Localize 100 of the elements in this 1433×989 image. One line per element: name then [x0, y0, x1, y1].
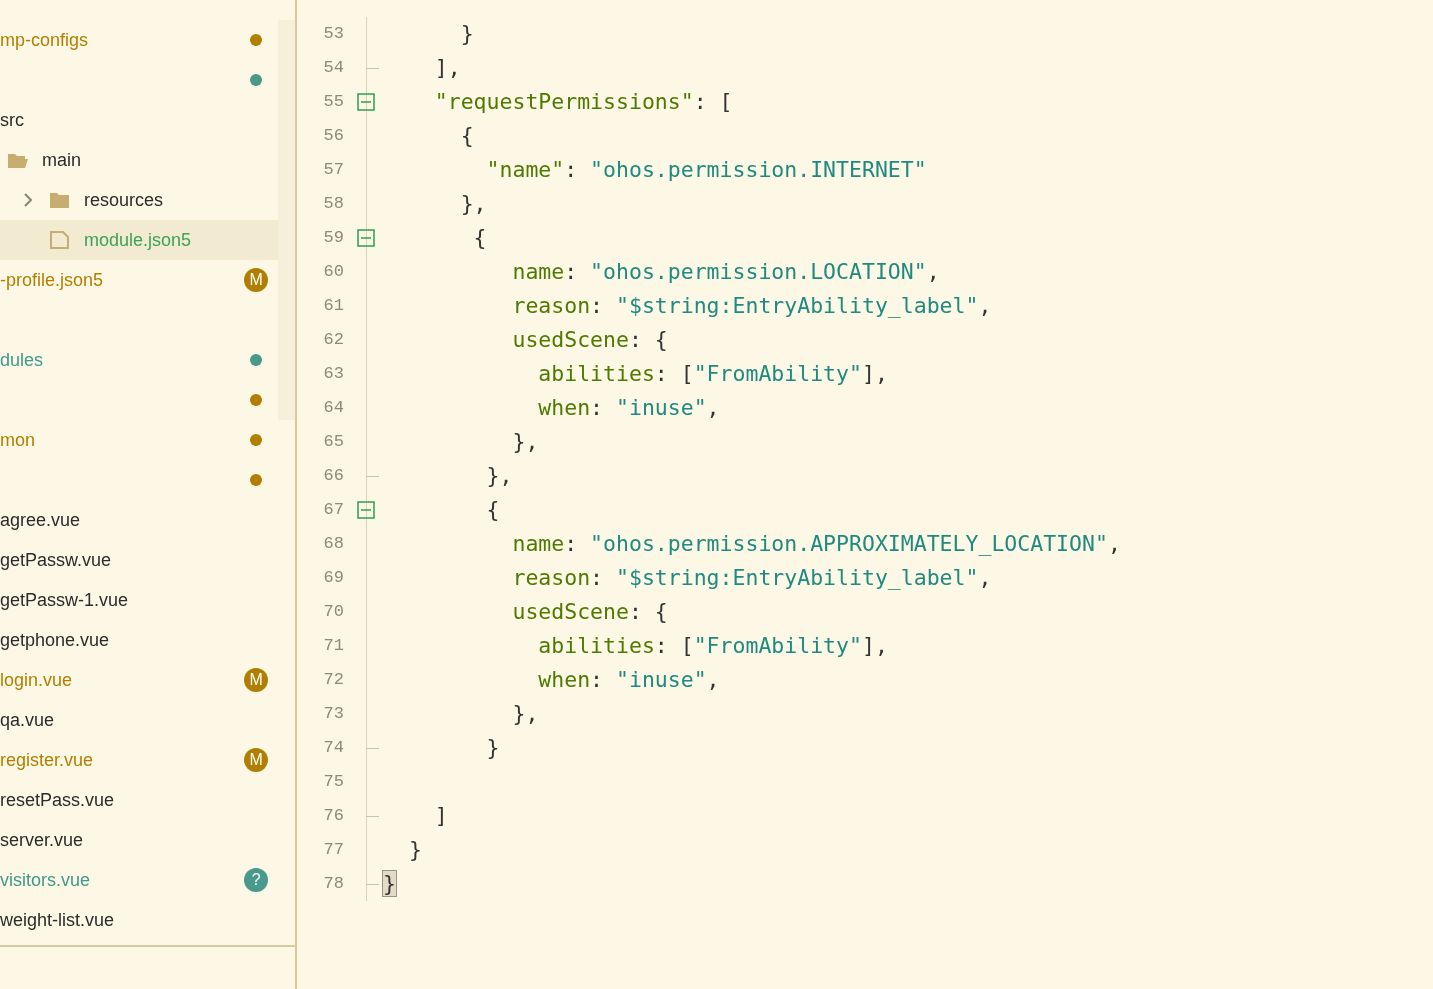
code-token: :	[590, 292, 605, 318]
code-token: : {	[628, 598, 668, 624]
code-token: },	[511, 700, 539, 726]
line-number: 77	[322, 839, 344, 862]
file-name: main	[42, 148, 81, 172]
code-token: ,	[706, 666, 720, 692]
code-token: ,	[978, 564, 992, 590]
code-token: ]	[433, 802, 448, 828]
file-name: mp-configs	[0, 28, 89, 52]
code-token: :	[564, 156, 579, 182]
status-badge: M	[244, 668, 269, 692]
file-name: weight-list.vue	[0, 908, 115, 932]
file-name: resetPass.vue	[0, 788, 115, 812]
code-token: },	[511, 428, 539, 454]
code-token: }	[485, 734, 500, 760]
code-token: :	[564, 258, 579, 284]
line-number: 56	[322, 125, 344, 148]
code-token: }	[407, 836, 422, 862]
file-name: qa.vue	[0, 708, 55, 732]
file-name: -profile.json5	[0, 268, 104, 292]
file-name: getPassw.vue	[0, 548, 112, 572]
line-number: 62	[322, 329, 344, 352]
line-number: 73	[322, 703, 344, 726]
file-tree-row[interactable]: resetPass.vue	[0, 780, 279, 820]
code-token: "FromAbility"	[693, 632, 862, 658]
line-number: 68	[322, 533, 344, 556]
file-tree-row[interactable]: src	[0, 100, 279, 140]
file-tree-row[interactable]: login.vue M	[0, 660, 279, 700]
file-name: module.json5	[84, 228, 192, 252]
file-tree-row[interactable]: agree.vue	[0, 500, 279, 540]
line-number: 75	[322, 771, 344, 794]
code-token: :	[564, 530, 579, 556]
file-tree-row[interactable]: main	[0, 140, 279, 180]
code-token: "FromAbility"	[693, 360, 862, 386]
code-token: "inuse"	[616, 394, 707, 420]
file-tree-row[interactable]: getPassw-1.vue	[0, 580, 279, 620]
code-token: "ohos.permission.LOCATION"	[590, 258, 927, 284]
file-tree-row[interactable]: qa.vue	[0, 700, 279, 740]
file-name: mon	[0, 428, 35, 452]
status-badge: M	[244, 268, 269, 292]
line-number: 71	[322, 635, 344, 658]
line-number: 57	[322, 159, 344, 182]
file-tree-row[interactable]: getphone.vue	[0, 620, 279, 660]
line-number: 76	[322, 805, 344, 828]
code-token: ,	[978, 292, 992, 318]
open-folder-icon	[8, 151, 28, 169]
file-name: getPassw-1.vue	[0, 588, 129, 612]
scrollbar[interactable]	[278, 20, 295, 420]
code-token: },	[459, 190, 487, 216]
file-name: login.vue	[0, 668, 73, 692]
code-token: : [	[654, 360, 694, 386]
file-tree-row[interactable]: server.vue	[0, 820, 279, 860]
code-token: reason	[511, 564, 591, 590]
code-token: when	[537, 666, 591, 692]
line-number: 58	[322, 193, 344, 216]
folder-icon	[50, 192, 69, 208]
file-name: agree.vue	[0, 508, 81, 532]
code-token: abilities	[537, 360, 655, 386]
file-name: register.vue	[0, 748, 94, 772]
code-token: name	[511, 258, 565, 284]
file-tree-row[interactable]: weight-list.vue	[0, 900, 279, 940]
code-token: usedScene	[511, 598, 629, 624]
collapse-icon[interactable]	[357, 229, 375, 247]
code-token: "requestPermissions"	[433, 88, 694, 114]
file-tree-row[interactable]: getPassw.vue	[0, 540, 279, 580]
code-token: ,	[926, 258, 940, 284]
line-number: 61	[322, 295, 344, 318]
collapse-icon[interactable]	[357, 93, 375, 111]
code-token: ,	[706, 394, 720, 420]
line-number: 55	[322, 91, 344, 114]
code-token: "$string:EntryAbility_label"	[616, 564, 979, 590]
code-token: :	[590, 666, 605, 692]
file-tree-row[interactable]: -profile.json5 M	[0, 260, 279, 300]
line-number: 78	[322, 873, 344, 896]
line-number: 64	[322, 397, 344, 420]
code-token: : [	[693, 88, 733, 114]
code-token: :	[590, 564, 605, 590]
file-tree-row[interactable]: resources	[0, 180, 279, 220]
file-tree-row[interactable]: register.vue M	[0, 740, 279, 780]
chevron-right-icon[interactable]	[22, 192, 34, 208]
line-number: 54	[322, 57, 344, 80]
line-number: 65	[322, 431, 344, 454]
code-token: :	[590, 394, 605, 420]
line-number: 70	[322, 601, 344, 624]
line-number: 74	[322, 737, 344, 760]
code-token: "ohos.permission.APPROXIMATELY_LOCATION"	[590, 530, 1108, 556]
code-token: "$string:EntryAbility_label"	[616, 292, 979, 318]
code-token: : [	[654, 632, 694, 658]
code-token: {	[472, 224, 487, 250]
code-token: abilities	[537, 632, 655, 658]
code-token: when	[537, 394, 591, 420]
code-token: : {	[628, 326, 668, 352]
code-token: ],	[433, 54, 461, 80]
line-number: 66	[322, 465, 344, 488]
collapse-icon[interactable]	[357, 501, 375, 519]
code-token: ],	[861, 360, 888, 386]
code-token: "name"	[485, 156, 565, 182]
code-token: }	[383, 870, 396, 896]
code-token: ],	[861, 632, 888, 658]
line-number: 67	[322, 499, 344, 522]
